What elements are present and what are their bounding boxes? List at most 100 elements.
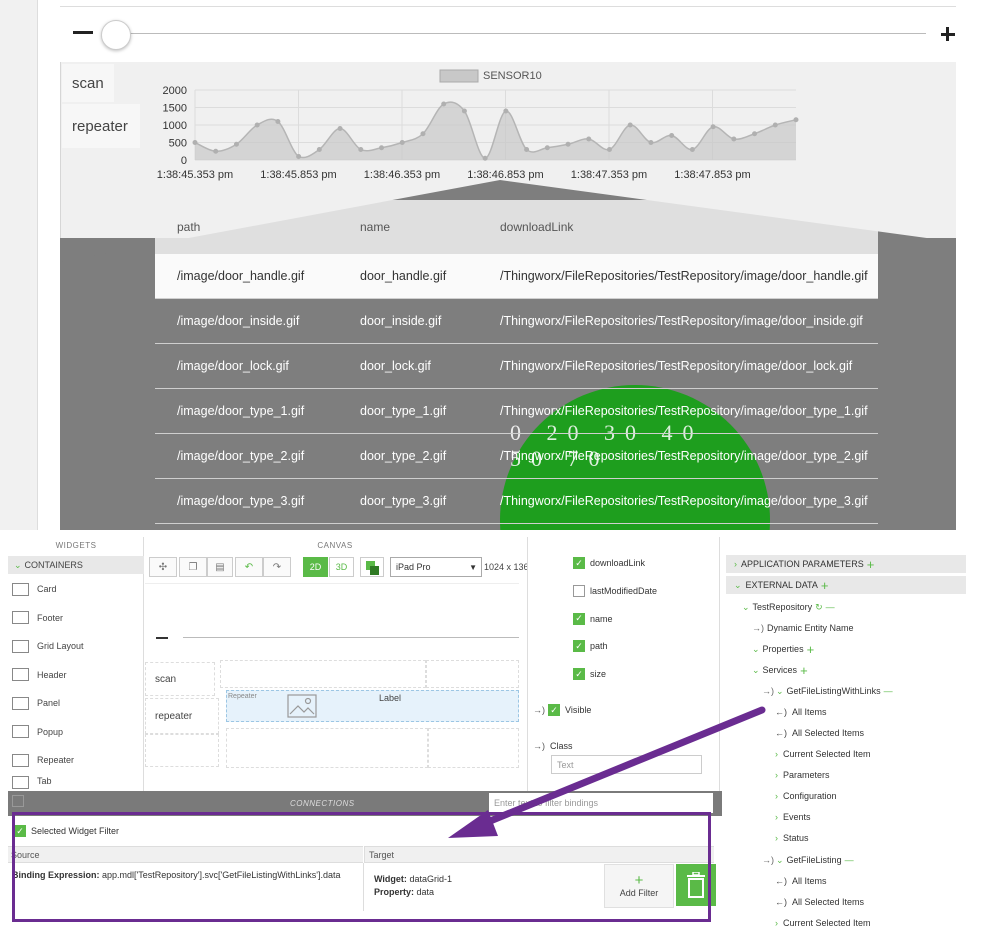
widget-item-popup[interactable]: Popup [12, 719, 142, 745]
redo-icon[interactable]: ↷ [263, 557, 291, 577]
canvas-cell[interactable] [220, 660, 426, 688]
service-item-all-items[interactable]: ←) All Items [775, 705, 827, 719]
canvas-cell[interactable] [426, 660, 519, 688]
field-downloadlink[interactable]: ✓ downloadLink [573, 555, 645, 571]
remove-icon[interactable]: — [845, 855, 854, 865]
data-point [689, 147, 695, 152]
table-row[interactable]: /image/door_inside.gif door_inside.gif/Th… [155, 299, 878, 344]
service-item-label: Parameters [783, 770, 830, 780]
containers-section[interactable]: ⌄ CONTAINERS [8, 556, 144, 574]
tab-scan[interactable]: scan [62, 64, 114, 102]
add-icon[interactable]: + [867, 557, 875, 572]
canvas-slider-track[interactable] [183, 637, 519, 638]
widget-item-header[interactable]: Header [12, 662, 142, 688]
copy-icon[interactable]: ❐ [179, 557, 207, 577]
field-checkbox[interactable]: ✓ [573, 557, 585, 569]
add-icon[interactable]: + [821, 578, 829, 593]
refresh-icon[interactable]: ↻ [815, 602, 823, 613]
widget-item-grid-layout[interactable]: Grid Layout [12, 633, 142, 659]
service-getfilelistingwithlinks[interactable]: →) ⌄ GetFileListingWithLinks — [762, 684, 893, 698]
visible-checkbox[interactable]: ✓ [548, 704, 560, 716]
theme-icon[interactable] [360, 557, 384, 577]
mode-3d-button[interactable]: 3D [329, 557, 354, 577]
table-row[interactable]: /image/door_lock.gif door_lock.gif/Thingw… [155, 344, 878, 389]
visible-property[interactable]: →) ✓ Visible [533, 702, 591, 718]
field-name[interactable]: ✓ name [573, 611, 613, 627]
service-item-status[interactable]: › Status [775, 831, 809, 845]
table-row[interactable]: /image/door_type_1.gif door_type_1.gif/Th… [155, 389, 878, 434]
data-point [627, 122, 633, 128]
mode-2d-button[interactable]: 2D [303, 557, 328, 577]
repeater-widget[interactable] [226, 690, 519, 722]
grid-header-row: path name downloadLink [155, 200, 878, 254]
field-checkbox[interactable]: ✓ [573, 612, 585, 625]
properties-item[interactable]: ⌄ Properties + [752, 642, 815, 657]
add-icon[interactable]: + [807, 642, 815, 657]
service-item-all-selected-items[interactable]: ←) All Selected Items [775, 726, 864, 740]
add-icon[interactable]: + [800, 663, 808, 678]
binding-arrow-icon: →) [762, 686, 774, 696]
dynamic-entity-item[interactable]: →) Dynamic Entity Name [752, 621, 854, 635]
label-widget[interactable]: Label [379, 693, 401, 703]
services-item[interactable]: ⌄ Services + [752, 663, 808, 678]
table-cell: door_type_3.gif [360, 494, 447, 508]
service-item-all-items[interactable]: ←) All Items [775, 874, 827, 888]
service-getfilelisting[interactable]: →) ⌄ GetFileListing — [762, 853, 854, 867]
image-placeholder-icon [287, 694, 317, 718]
field-size[interactable]: ✓ size [573, 666, 606, 682]
canvas-cell[interactable] [145, 734, 219, 767]
application-parameters-section[interactable]: › APPLICATION PARAMETERS + [726, 555, 966, 573]
data-point [379, 145, 385, 151]
field-path[interactable]: ✓ path [573, 638, 608, 654]
service-item-label: All Selected Items [792, 897, 865, 907]
canvas-cell[interactable] [428, 728, 519, 768]
grid-column-header[interactable]: downloadLink [500, 220, 573, 234]
device-select[interactable]: iPad Pro ▼ [390, 557, 482, 577]
grid-column-header[interactable]: name [360, 220, 390, 234]
service-item-current-selected-item[interactable]: › Current Selected Item [775, 747, 871, 761]
dynamic-entity-label: Dynamic Entity Name [767, 623, 854, 633]
widget-item-footer[interactable]: Footer [12, 605, 142, 631]
grid-column-header[interactable]: path [177, 220, 200, 234]
field-checkbox[interactable]: ✓ [573, 640, 585, 653]
minus-icon[interactable] [73, 31, 93, 34]
widget-item-repeater[interactable]: Repeater [12, 747, 142, 773]
remove-icon[interactable]: — [826, 602, 835, 612]
expand-icon[interactable] [12, 795, 24, 807]
external-data-section[interactable]: ⌄ EXTERNAL DATA + [726, 576, 966, 594]
class-input[interactable]: Text [551, 755, 702, 774]
service-item-all-selected-items[interactable]: ←) All Selected Items [775, 895, 864, 909]
widget-item-card[interactable]: Card [12, 576, 142, 602]
undo-icon[interactable]: ↶ [235, 557, 263, 577]
table-cell: /Thingworx/FileRepositories/TestReposito… [500, 269, 868, 283]
canvas-cell[interactable] [226, 728, 428, 768]
service-item-label: Status [783, 833, 809, 843]
canvas-tab-scan[interactable]: scan [145, 662, 215, 696]
service-item-current-selected-item[interactable]: › Current Selected Item [775, 916, 871, 930]
service-item-configuration[interactable]: › Configuration [775, 789, 837, 803]
field-lastmodifieddate[interactable]: lastModifiedDate [573, 583, 657, 599]
tab-repeater[interactable]: repeater [62, 104, 140, 148]
table-row[interactable]: /image/door_handle.gif door_handle.gif/Th… [155, 254, 878, 299]
service-item-parameters[interactable]: › Parameters [775, 768, 830, 782]
table-row[interactable]: /image/door_type_3.gif door_type_3.gif/Th… [155, 479, 878, 524]
canvas-tab-repeater[interactable]: repeater [145, 698, 219, 734]
services-label: Services [762, 665, 798, 675]
field-checkbox[interactable] [573, 584, 585, 597]
slider-track[interactable] [118, 33, 926, 34]
paste-icon[interactable]: ▤ [207, 557, 233, 577]
plus-icon-vertical[interactable] [946, 27, 949, 41]
widget-item-tab[interactable]: Tab [12, 775, 142, 790]
widget-item-panel[interactable]: Panel [12, 690, 142, 716]
service-item-events[interactable]: › Events [775, 810, 811, 824]
x-tick-label: 1:38:46.353 pm [364, 169, 440, 181]
data-point [648, 140, 654, 145]
select-tool-icon[interactable]: ✣ [149, 557, 177, 577]
field-checkbox[interactable]: ✓ [573, 668, 585, 681]
table-row[interactable]: /image/door_type_2.gif door_type_2.gif/Th… [155, 434, 878, 479]
slider-thumb[interactable] [101, 20, 131, 50]
canvas-slider-minus[interactable] [156, 637, 168, 639]
binding-filter-input[interactable]: Enter text to filter bindings [489, 793, 713, 813]
repository-item[interactable]: ⌄ TestRepository ↻ — [742, 600, 835, 614]
remove-icon[interactable]: — [884, 686, 893, 696]
